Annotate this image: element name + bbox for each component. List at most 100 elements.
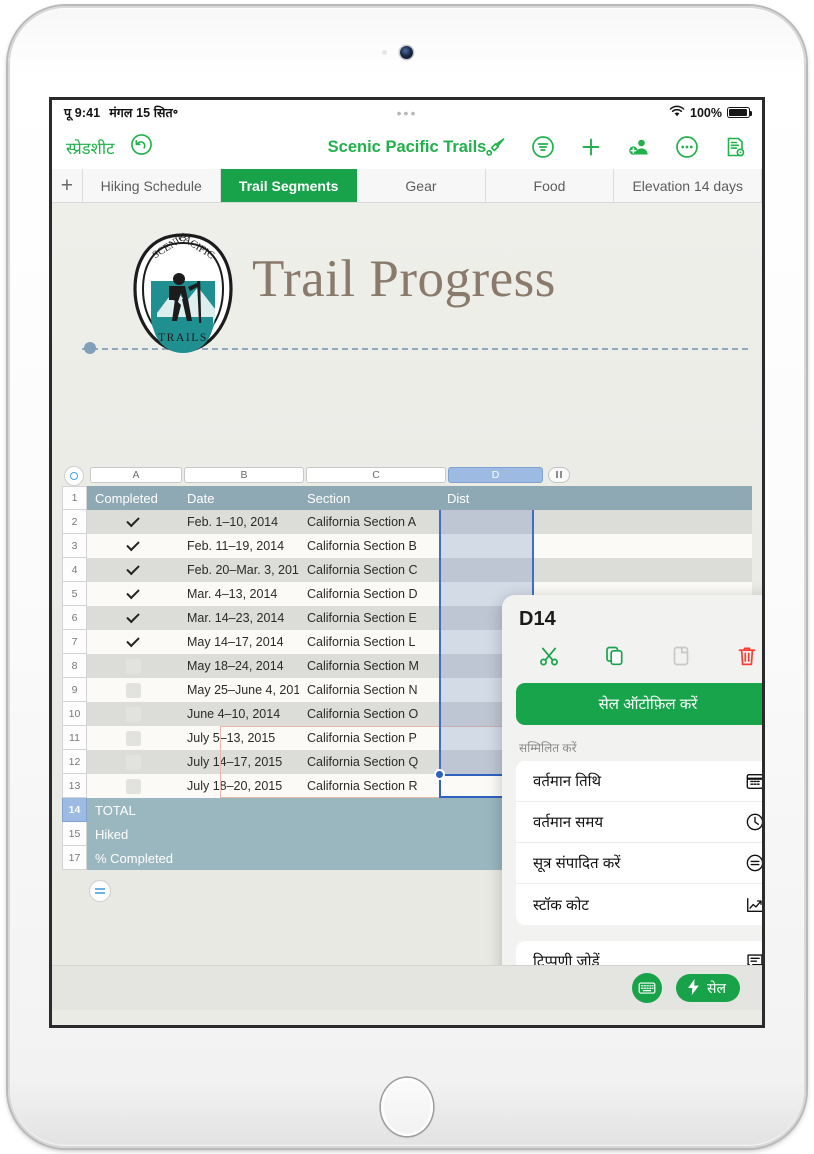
- cell-section[interactable]: California Section P: [299, 726, 439, 750]
- cell-completed[interactable]: [87, 534, 179, 558]
- menu-item-current-time[interactable]: वर्तमान समय: [516, 802, 762, 843]
- cell-completed[interactable]: [87, 558, 179, 582]
- cell-date[interactable]: June 4–10, 2014: [179, 702, 299, 726]
- cell-date[interactable]: Feb. 1–10, 2014: [179, 510, 299, 534]
- checkbox-unchecked[interactable]: [125, 682, 141, 698]
- cell-section[interactable]: California Section E: [299, 606, 439, 630]
- keyboard-icon[interactable]: [632, 973, 663, 1003]
- row-header-8[interactable]: 8: [62, 654, 87, 678]
- row-header-7[interactable]: 7: [62, 630, 87, 654]
- menu-item-current-date[interactable]: वर्तमान तिथि: [516, 761, 762, 802]
- cell-total-c[interactable]: [299, 798, 439, 822]
- copy-icon[interactable]: [599, 641, 631, 671]
- document-preview-icon[interactable]: [722, 134, 748, 160]
- row-header-2[interactable]: 2: [62, 510, 87, 534]
- cell-completed[interactable]: [87, 654, 179, 678]
- cell-completed[interactable]: [87, 726, 179, 750]
- cell-dist[interactable]: [439, 510, 534, 534]
- formula-function-button[interactable]: [89, 880, 111, 902]
- row-header-17[interactable]: 17: [62, 846, 87, 870]
- menu-item-stock-quote[interactable]: स्टॉक कोट: [516, 884, 762, 925]
- cell-dist[interactable]: [439, 558, 534, 582]
- checkbox-unchecked[interactable]: [125, 778, 141, 794]
- column-header-b[interactable]: B: [184, 466, 304, 483]
- cell-section[interactable]: California Section Q: [299, 750, 439, 774]
- cell-completed[interactable]: [87, 606, 179, 630]
- cell-date[interactable]: July 14–17, 2015: [179, 750, 299, 774]
- column-header-c[interactable]: C: [306, 466, 446, 483]
- row-header-5[interactable]: 5: [62, 582, 87, 606]
- cell-hiked-c[interactable]: [299, 822, 439, 846]
- row-header-13[interactable]: 13: [62, 774, 87, 798]
- sheet-tab-elevation-14-days[interactable]: Elevation 14 days: [614, 169, 762, 202]
- row-header-9[interactable]: 9: [62, 678, 87, 702]
- checkbox-checked[interactable]: [126, 587, 141, 602]
- cell-mode-pill[interactable]: सेल: [676, 974, 740, 1002]
- sheet-tab-trail-segments[interactable]: Trail Segments: [220, 169, 358, 202]
- format-brush-icon[interactable]: [482, 134, 508, 160]
- cell-completed[interactable]: [87, 774, 179, 798]
- row-header-1[interactable]: 1: [62, 486, 87, 510]
- insert-menu-icon[interactable]: [530, 134, 556, 160]
- cell-percent-label[interactable]: % Completed: [87, 846, 217, 870]
- cell-date[interactable]: May 25–June 4, 2014: [179, 678, 299, 702]
- autofill-cells-button[interactable]: सेल ऑटोफ़िल करें: [516, 683, 762, 725]
- table-row[interactable]: Feb. 20–Mar. 3, 2014 California Section …: [87, 558, 752, 582]
- cell-date[interactable]: May 14–17, 2014: [179, 630, 299, 654]
- cell-date[interactable]: July 5–13, 2015: [179, 726, 299, 750]
- cell-total-label[interactable]: TOTAL: [87, 798, 179, 822]
- cell-section[interactable]: California Section O: [299, 702, 439, 726]
- cell-hiked-b[interactable]: [179, 822, 299, 846]
- checkbox-checked[interactable]: [126, 611, 141, 626]
- sheet-tab-gear[interactable]: Gear: [357, 169, 486, 202]
- column-header-a[interactable]: A: [90, 466, 182, 483]
- sheet-tab-hiking-schedule[interactable]: Hiking Schedule: [82, 169, 221, 202]
- delete-trash-icon[interactable]: [731, 641, 762, 671]
- checkbox-unchecked[interactable]: [125, 730, 141, 746]
- checkbox-unchecked[interactable]: [125, 658, 141, 674]
- row-header-6[interactable]: 6: [62, 606, 87, 630]
- cell-section[interactable]: California Section A: [299, 510, 439, 534]
- cell-section[interactable]: California Section M: [299, 654, 439, 678]
- cell-date[interactable]: July 18–20, 2015: [179, 774, 299, 798]
- checkbox-checked[interactable]: [126, 563, 141, 578]
- cell-section[interactable]: California Section D: [299, 582, 439, 606]
- cell-completed[interactable]: [87, 678, 179, 702]
- checkbox-checked[interactable]: [126, 635, 141, 650]
- menu-item-edit-formula[interactable]: सूत्र संपादित करें: [516, 843, 762, 884]
- column-resize-grip[interactable]: [548, 466, 570, 483]
- checkbox-unchecked[interactable]: [125, 754, 141, 770]
- cell-completed[interactable]: [87, 582, 179, 606]
- checkbox-checked[interactable]: [126, 515, 141, 530]
- cell-date[interactable]: Mar. 14–23, 2014: [179, 606, 299, 630]
- add-icon[interactable]: [578, 134, 604, 160]
- cell-dist[interactable]: [439, 534, 534, 558]
- guide-handle-dot[interactable]: [84, 342, 96, 354]
- cut-icon[interactable]: [533, 641, 565, 671]
- undo-icon[interactable]: [130, 133, 153, 161]
- cell-date[interactable]: Feb. 20–Mar. 3, 2014: [179, 558, 299, 582]
- cell-completed[interactable]: [87, 510, 179, 534]
- cell-completed[interactable]: [87, 702, 179, 726]
- table-corner-button[interactable]: [64, 466, 84, 486]
- collaborate-add-person-icon[interactable]: [626, 134, 652, 160]
- cell-section[interactable]: California Section R: [299, 774, 439, 798]
- cell-percent-c[interactable]: [337, 846, 477, 870]
- row-header-14[interactable]: 14: [62, 798, 87, 822]
- row-header-3[interactable]: 3: [62, 534, 87, 558]
- cell-date[interactable]: Feb. 11–19, 2014: [179, 534, 299, 558]
- checkbox-checked[interactable]: [126, 539, 141, 554]
- cell-section[interactable]: California Section N: [299, 678, 439, 702]
- cell-date[interactable]: Mar. 4–13, 2014: [179, 582, 299, 606]
- back-to-spreadsheets-button[interactable]: स्प्रेडशीट: [66, 136, 114, 159]
- cell-date[interactable]: May 18–24, 2014: [179, 654, 299, 678]
- cell-percent-b[interactable]: [217, 846, 337, 870]
- row-header-15[interactable]: 15: [62, 822, 87, 846]
- selection-handle-top[interactable]: [434, 769, 445, 780]
- add-sheet-button[interactable]: +: [52, 169, 83, 202]
- row-header-4[interactable]: 4: [62, 558, 87, 582]
- more-options-icon[interactable]: [674, 134, 700, 160]
- row-header-12[interactable]: 12: [62, 750, 87, 774]
- cell-section[interactable]: California Section C: [299, 558, 439, 582]
- home-button[interactable]: [381, 1078, 433, 1136]
